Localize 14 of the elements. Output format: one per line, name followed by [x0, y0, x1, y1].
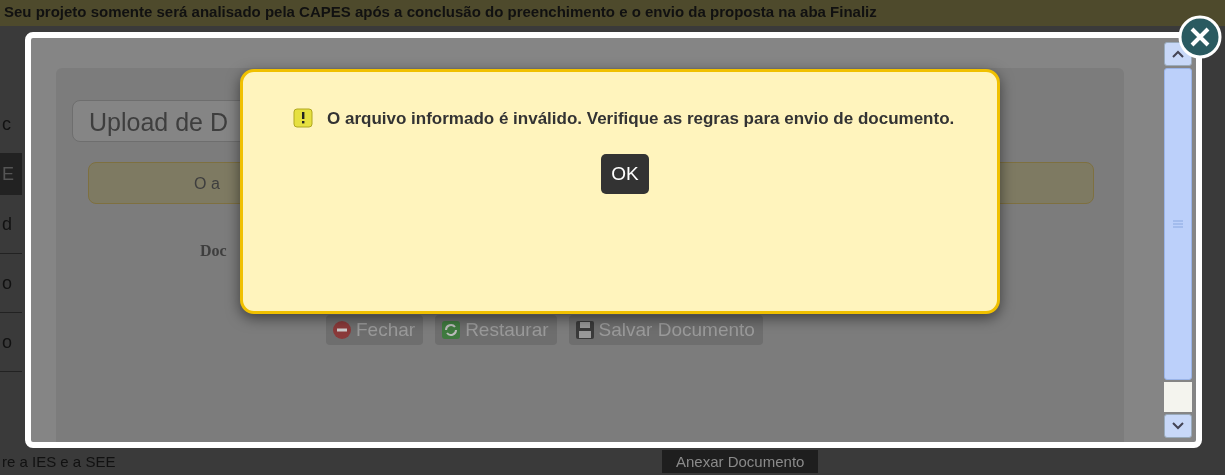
attach-document-button[interactable]: Anexar Documento	[662, 450, 819, 473]
minus-circle-icon	[332, 320, 352, 340]
ok-button[interactable]: OK	[601, 154, 649, 194]
chevron-down-icon	[1172, 422, 1184, 430]
field-label: Doc	[200, 242, 228, 260]
refresh-icon	[441, 320, 462, 340]
scroll-down-button[interactable]	[1164, 414, 1192, 438]
notice-text: Seu projeto somente será analisado pela CAPES após a conclusão do preenchimento e o envio da proposta na aba Finaliz	[0, 0, 1225, 26]
close-icon[interactable]	[1178, 15, 1222, 59]
chevron-up-icon	[1172, 50, 1184, 58]
grip-icon	[1173, 220, 1183, 228]
warning-icon	[293, 108, 313, 128]
scrollbar-track	[1164, 382, 1192, 412]
scrollbar-thumb[interactable]	[1164, 68, 1192, 380]
